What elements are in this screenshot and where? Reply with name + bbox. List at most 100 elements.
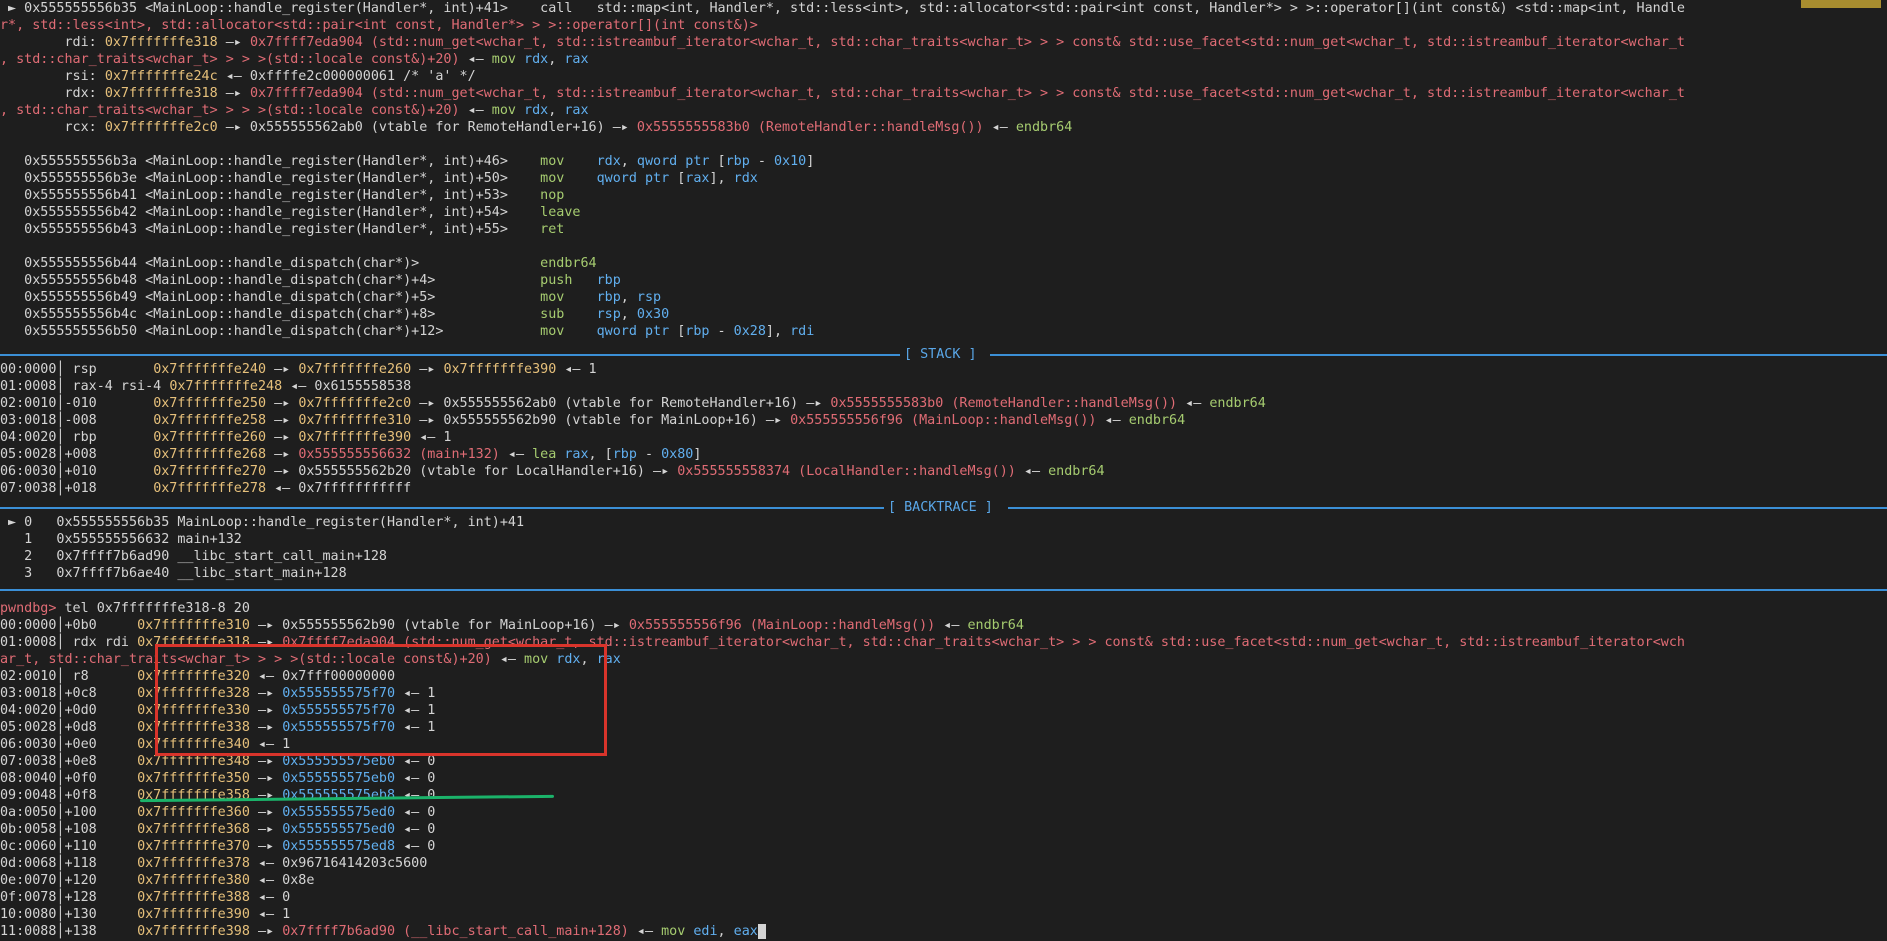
terminal-text-segment: 0x7fffffffe2c0 (298, 396, 412, 411)
terminal-text-segment: ◂— (459, 52, 492, 67)
terminal-text-segment: 0x5555555583b0 (RemoteHandler::handleMsg… (830, 396, 1178, 411)
terminal-text-segment: 00:0000│ rsp (0, 362, 154, 377)
terminal-text-segment: 01:0008│ rdx rdi (0, 635, 138, 650)
terminal-text-segment: [ (717, 154, 726, 169)
terminal-text-segment: ◂— (459, 103, 492, 118)
terminal-line: 0f:0078│+128 0x7fffffffe388 ◂— 0 (0, 889, 290, 906)
terminal-text-segment: mov (540, 290, 597, 305)
terminal-text-segment: 0x555555558374 (LocalHandler::handleMsg(… (677, 464, 1016, 479)
terminal-text-segment: 0x7fffffffe248 (169, 379, 283, 394)
terminal-text-segment: ◂— 1 (249, 907, 291, 922)
terminal-text-segment: —▸ (217, 35, 250, 50)
terminal-text-segment: , std::char_traits<wchar_t> > > >(std::l… (0, 52, 460, 67)
terminal-text-segment: ] (693, 447, 702, 462)
terminal-window[interactable]: [ STACK ] [ BACKTRACE ] ► 0x555555556b35… (0, 0, 1887, 941)
terminal-text-segment: 0x555555575eb0 (282, 771, 396, 786)
terminal-text-segment: rdx (733, 171, 758, 186)
terminal-line: 05:0028│+008 0x7fffffffe268 —▸ 0x5555555… (0, 446, 701, 463)
terminal-text-segment: 0x555555556b3e <MainLoop::handle_registe… (0, 171, 541, 186)
terminal-text-segment: ], (765, 324, 791, 339)
backtrace-section-title: [ BACKTRACE ] (888, 500, 993, 515)
terminal-text-segment: 0x555555556b49 <MainLoop::handle_dispatc… (0, 290, 541, 305)
terminal-text-segment: 0x7fffffffe270 (153, 464, 267, 479)
terminal-text-segment: , (620, 290, 637, 305)
terminal-line: 0x555555556b41 <MainLoop::handle_registe… (0, 187, 564, 204)
terminal-text-segment: 0c:0060│+110 (0, 839, 138, 854)
terminal-text-segment: 0x555555556b3a <MainLoop::handle_registe… (0, 154, 541, 169)
terminal-text-segment: rdx (524, 52, 549, 67)
terminal-text-segment: rdi (790, 324, 815, 339)
terminal-line: 0a:0050│+100 0x7fffffffe360 —▸ 0x5555555… (0, 804, 435, 821)
terminal-text-segment: 05:0028│+008 (0, 447, 154, 462)
terminal-line: 0x555555556b3e <MainLoop::handle_registe… (0, 170, 758, 187)
terminal-line: pwndbg> tel 0x7fffffffe318-8 20 (0, 600, 250, 617)
terminal-text-segment: 0x7fffffffe398 (137, 924, 250, 939)
terminal-text-segment: 00:0000│+0b0 (0, 618, 138, 633)
terminal-text-segment: 0x28 (733, 324, 766, 339)
terminal-text-segment: ◂— 0 (395, 805, 436, 820)
terminal-line: 1 0x555555556632 main+132 (0, 531, 242, 548)
terminal-text-segment: lea (532, 447, 565, 462)
terminal-line: 0x555555556b50 <MainLoop::handle_dispatc… (0, 323, 814, 340)
terminal-line: 0x555555556b3a <MainLoop::handle_registe… (0, 153, 814, 170)
terminal-text-segment: 0x7fffffffe348 (137, 754, 250, 769)
terminal-text-segment: mov (491, 52, 525, 67)
terminal-text-segment: ◂— (1015, 464, 1049, 479)
terminal-line: 0d:0068│+118 0x7fffffffe378 ◂— 0x9671641… (0, 855, 427, 872)
terminal-text-segment: mov (661, 924, 694, 939)
terminal-line: 3 0x7ffff7b6ae40 __libc_start_main+128 (0, 565, 347, 582)
terminal-text-segment: rsp (636, 290, 662, 305)
terminal-text-segment: endbr64 (1209, 396, 1266, 411)
terminal-text-segment: 0x7fffffffe390 (137, 907, 250, 922)
terminal-text-segment: —▸ (249, 771, 283, 786)
terminal-text-segment: endbr64 (1048, 464, 1105, 479)
terminal-text-segment: 03:0018│-008 (0, 413, 154, 428)
terminal-text-segment: 06:0030│+0e0 (0, 737, 138, 752)
terminal-text-segment: 0x7ffff7b6ad90 (__libc_start_call_main+1… (282, 924, 629, 939)
terminal-text-segment: 0e:0070│+120 (0, 873, 138, 888)
terminal-text-segment: 0x7fffffffe24c (104, 69, 218, 84)
terminal-text-segment: r*, std::less<int>, std::allocator<std::… (0, 18, 758, 33)
terminal-text-segment: 0x7fffffffe350 (137, 771, 250, 786)
terminal-text-segment: 0x7fffffffe390 (443, 362, 557, 377)
terminal-text-segment: —▸ (266, 413, 299, 428)
terminal-text-segment: mov (540, 171, 597, 186)
terminal-text-segment: ◂— 0x8e (249, 873, 315, 888)
terminal-text-segment: endbr64 (1128, 413, 1186, 428)
terminal-text-segment: 09:0048│+0f8 (0, 788, 138, 803)
terminal-text-segment: —▸ (249, 805, 283, 820)
terminal-text-segment: ◂— 0 (395, 771, 436, 786)
terminal-line: 04:0020│ rbp 0x7fffffffe260 —▸ 0x7ffffff… (0, 429, 452, 446)
terminal-text-segment: 0x7fffffffe240 (153, 362, 267, 377)
terminal-text-segment: ◂— 0 (395, 839, 436, 854)
terminal-text-segment: endbr64 (1015, 120, 1073, 135)
terminal-text-segment: 0x555555575eb0 (282, 754, 396, 769)
terminal-text-segment: ◂— 1 (556, 362, 597, 377)
terminal-text-segment: 07:0038│+018 (0, 481, 154, 496)
terminal-text-segment: 0x7fffffffe380 (137, 873, 250, 888)
terminal-text-segment: rdx: (0, 86, 105, 101)
terminal-text-segment: 11:0088│+138 (0, 924, 138, 939)
terminal-text-segment: 04:0020│ rbp (0, 430, 154, 445)
terminal-text-segment: 10:0080│+130 (0, 907, 138, 922)
terminal-text-segment: 0x7fffffffe378 (137, 856, 250, 871)
terminal-text-segment: 02:0010│-010 (0, 396, 154, 411)
terminal-text-segment: 0x5555555583b0 (RemoteHandler::handleMsg… (636, 120, 984, 135)
terminal-cursor[interactable] (757, 923, 766, 939)
terminal-line: ► 0x555555556b35 <MainLoop::handle_regis… (0, 0, 1685, 17)
terminal-text-segment: ► 0 0x555555556b35 MainLoop::handle_regi… (0, 515, 525, 530)
terminal-text-segment: ◂— 0 (395, 754, 436, 769)
terminal-text-segment: rax (564, 447, 589, 462)
terminal-line: 0x555555556b44 <MainLoop::handle_dispatc… (0, 255, 596, 272)
terminal-text-segment: ret (540, 222, 565, 237)
terminal-text-segment: rdi: (0, 35, 105, 50)
terminal-text-segment: rbp (685, 324, 710, 339)
terminal-text-segment: —▸ (266, 362, 299, 377)
terminal-text-segment: eax (733, 924, 758, 939)
terminal-text-segment: 0x555555556632 (main+132) (298, 447, 500, 462)
terminal-text-segment: —▸ (249, 822, 283, 837)
terminal-line: 00:0000│ rsp 0x7fffffffe240 —▸ 0x7ffffff… (0, 361, 597, 378)
terminal-text-segment: rsi: (0, 69, 105, 84)
terminal-text-segment: 0x7fffffffe368 (137, 822, 250, 837)
terminal-text-segment: ► 0x555555556b35 <MainLoop::handle_regis… (0, 1, 1685, 16)
